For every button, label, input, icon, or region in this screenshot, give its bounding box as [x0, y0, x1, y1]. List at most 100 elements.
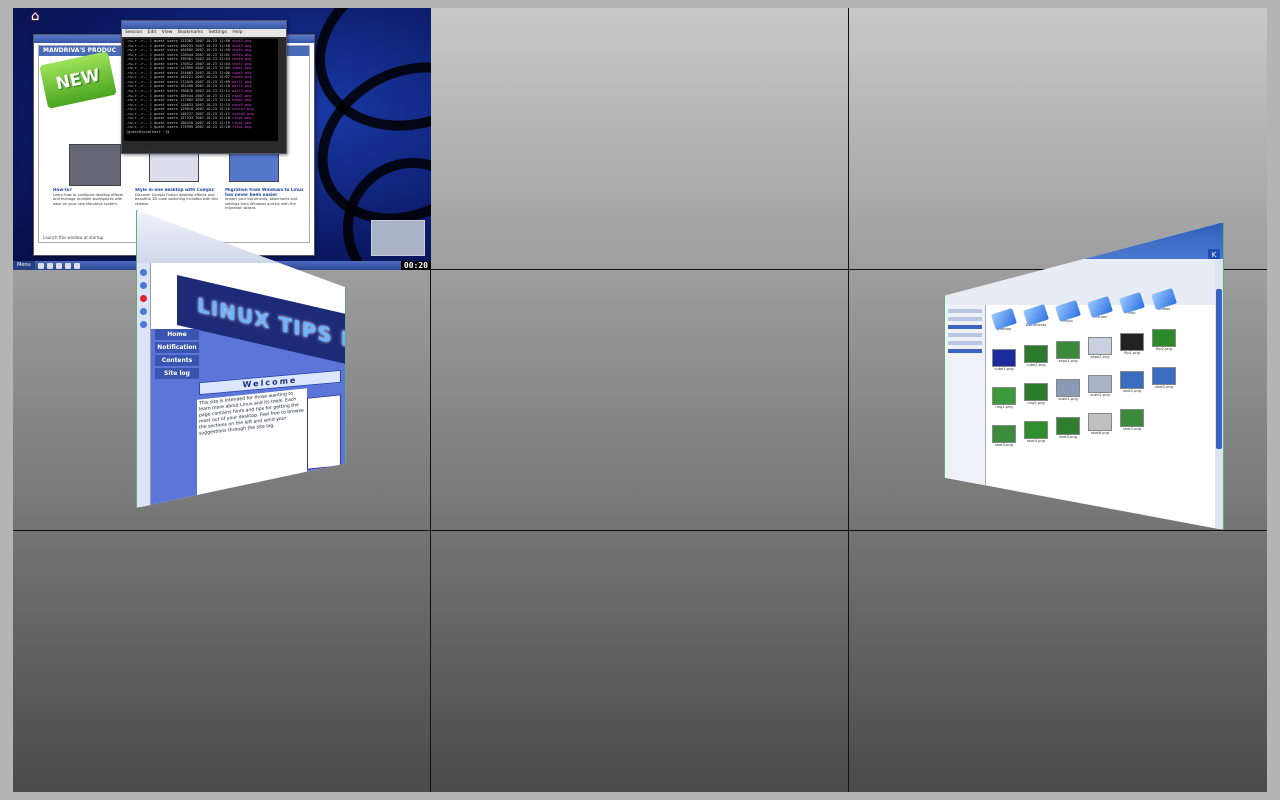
image-thumbnail-icon: [1088, 413, 1112, 431]
image-file-item[interactable]: cube1.png: [991, 349, 1017, 371]
terminal-filename: expo3.png: [232, 102, 252, 107]
folder-item[interactable]: Pictures: [1087, 295, 1113, 319]
image-file-item[interactable]: shot2.png: [1151, 367, 1177, 389]
image-file-item[interactable]: expo2.png: [1087, 337, 1113, 359]
file-label: flip1.png: [1124, 351, 1140, 355]
terminal-filename: shot7.png: [232, 61, 252, 66]
sidebar-icon[interactable]: [140, 295, 147, 302]
place-item[interactable]: [948, 325, 982, 329]
menu-bookmarks[interactable]: Bookmarks: [178, 30, 203, 35]
terminal-menubar: Session Edit View Bookmarks Settings Hel…: [122, 29, 286, 37]
image-thumbnail-icon: [1120, 371, 1144, 389]
image-file-item[interactable]: ring2.png: [1023, 383, 1049, 405]
tab-shell-2[interactable]: Shell No. 2: [141, 144, 175, 149]
mail-icon[interactable]: [64, 262, 71, 269]
column-body: Import your documents, bookmarks and set…: [225, 197, 298, 211]
sidebar-icon[interactable]: [140, 308, 147, 315]
menu-view[interactable]: View: [162, 30, 173, 35]
task-entry-icon[interactable]: [73, 262, 80, 269]
image-thumbnail-icon: [1088, 337, 1112, 355]
image-thumbnail-icon: [992, 425, 1016, 443]
terminal-filename: wall3.png: [232, 89, 252, 94]
virtual-desktop-2[interactable]: [431, 8, 849, 270]
file-label: shot6.png: [1090, 431, 1110, 435]
file-label: shot3.png: [994, 443, 1014, 447]
terminal-filename: ~]$: [162, 129, 170, 134]
image-file-item[interactable]: shot1.png: [1119, 371, 1145, 393]
terminal-filename: ring1.png: [232, 116, 252, 121]
nav-site-log[interactable]: Site log: [155, 368, 199, 379]
nav-home[interactable]: Home: [155, 329, 199, 340]
folder-item[interactable]: tmp: [1119, 291, 1145, 315]
place-item[interactable]: [948, 317, 982, 321]
start-menu-button[interactable]: Menu: [13, 261, 35, 270]
image-file-item[interactable]: shot3.png: [991, 425, 1017, 447]
folder-item[interactable]: Music: [1055, 299, 1081, 323]
file-label: ring2.png: [1027, 401, 1045, 405]
file-label: cube1.png: [994, 367, 1014, 371]
virtual-desktop-1[interactable]: ⌂ MANDRIVA'S PRODUC NEW How-To? Learn ho…: [13, 8, 431, 270]
image-file-item[interactable]: expo1.png: [1055, 341, 1081, 363]
konsole-window[interactable]: Session Edit View Bookmarks Settings Hel…: [121, 20, 287, 154]
menu-settings[interactable]: Settings: [208, 30, 226, 35]
nav-contents[interactable]: Contents: [155, 355, 199, 366]
image-file-item[interactable]: flip1.png: [1119, 333, 1145, 355]
new-badge: NEW: [39, 51, 117, 109]
terminal-filename: shot3.png: [232, 43, 252, 48]
image-file-item[interactable]: scale2.png: [1087, 375, 1113, 397]
sidebar-icon[interactable]: [140, 269, 147, 276]
folder-item[interactable]: Documents: [1023, 303, 1049, 327]
place-item[interactable]: [948, 309, 982, 313]
image-file-item[interactable]: shot7.png: [1119, 409, 1145, 431]
image-file-item[interactable]: shot6.png: [1087, 413, 1113, 435]
image-file-item[interactable]: shot5.png: [1055, 417, 1081, 439]
image-file-item[interactable]: shot4.png: [1023, 421, 1049, 443]
terminal-filename: cube1.png: [232, 66, 252, 71]
menu-help[interactable]: Help: [232, 30, 242, 35]
site-nav: Home Notification Contents Site log: [155, 329, 199, 381]
side-panel: [307, 394, 341, 470]
tab-shell[interactable]: Shell: [124, 144, 134, 149]
image-thumbnail-icon: [1024, 383, 1048, 401]
terminal-icon[interactable]: [55, 262, 62, 269]
vertical-scrollbar[interactable]: [1215, 259, 1223, 529]
image-file-item[interactable]: scale1.png: [1055, 379, 1081, 401]
sidebar-icon[interactable]: [140, 282, 147, 289]
place-item[interactable]: [948, 349, 982, 353]
folder-item[interactable]: Desktop: [991, 307, 1017, 331]
screenshot-thumbnail[interactable]: [69, 144, 121, 186]
column-heading[interactable]: Migration from Windows to Linux has neve…: [225, 188, 309, 197]
file-label: shot4.png: [1026, 439, 1046, 443]
image-thumbnail-icon: [1056, 417, 1080, 435]
place-item[interactable]: [948, 333, 982, 337]
image-thumbnail-icon: [1024, 345, 1048, 363]
konqueror-icon[interactable]: [46, 262, 53, 269]
terminal-output[interactable]: -rw-r--r-- 1 guest users 133302 2007-10-…: [124, 39, 278, 141]
virtual-desktop-7[interactable]: [13, 531, 431, 792]
startup-checkbox-label[interactable]: Launch this window at startup: [43, 235, 103, 240]
image-file-item[interactable]: flip2.png: [1151, 329, 1177, 351]
firefox-icon[interactable]: [37, 262, 44, 269]
terminal-filename: shot5.png: [232, 52, 252, 57]
menu-edit[interactable]: Edit: [148, 30, 157, 35]
image-file-item[interactable]: cube2.png: [1023, 345, 1049, 367]
terminal-filename: wall1.png: [232, 79, 252, 84]
image-file-item[interactable]: ring1.png: [991, 387, 1017, 409]
home-icon[interactable]: ⌂: [31, 10, 45, 24]
info-column: Migration from Windows to Linux has neve…: [225, 188, 309, 236]
image-thumbnail-icon: [992, 349, 1016, 367]
place-item[interactable]: [948, 341, 982, 345]
mini-pager-widget[interactable]: [371, 220, 425, 256]
terminal-filename: shot6.png: [232, 57, 252, 62]
window-titlebar[interactable]: [122, 21, 286, 29]
virtual-desktop-5[interactable]: [431, 270, 849, 531]
file-label: flip2.png: [1156, 347, 1172, 351]
menu-session[interactable]: Session: [125, 30, 142, 35]
info-column: How-To? Learn how to configure desktop e…: [53, 188, 131, 236]
folder-item[interactable]: Videos: [1151, 287, 1177, 311]
terminal-filename: ring2.png: [232, 120, 252, 125]
virtual-desktop-9[interactable]: [849, 531, 1267, 792]
sidebar-icon[interactable]: [140, 321, 147, 328]
nav-notification[interactable]: Notification: [155, 342, 199, 353]
virtual-desktop-8[interactable]: [431, 531, 849, 792]
